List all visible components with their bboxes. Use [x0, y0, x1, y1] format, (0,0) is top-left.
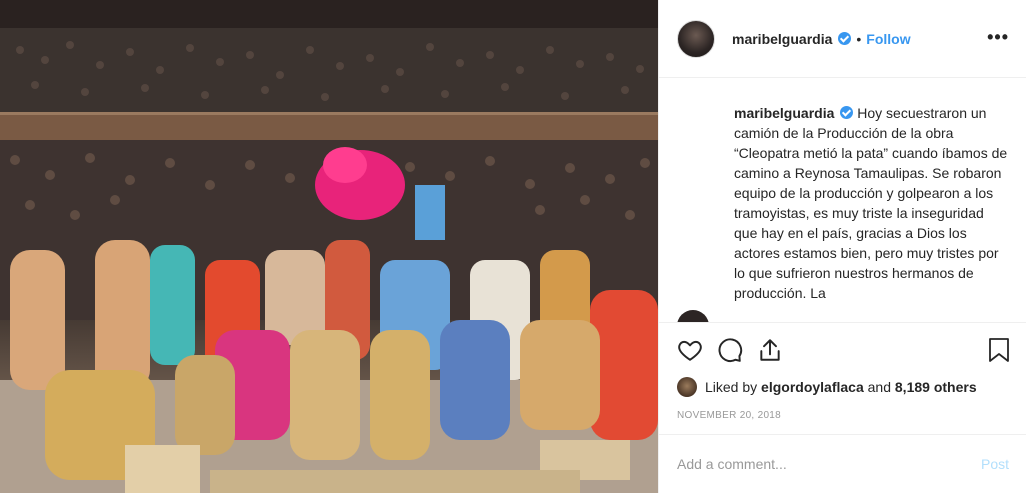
action-icons-group — [677, 337, 783, 363]
post-actions: Liked by elgordoylaflaca and 8,189 other… — [659, 322, 1026, 434]
share-icon[interactable] — [757, 337, 783, 363]
comment-bar: Post — [659, 434, 1026, 493]
bookmark-icon[interactable] — [987, 337, 1011, 363]
verified-icon — [838, 32, 852, 45]
follow-button[interactable]: Follow — [866, 31, 910, 47]
comments-area[interactable]: maribelguardia Hoy secuestraron un camió… — [659, 79, 1026, 322]
heart-icon[interactable] — [677, 337, 703, 363]
post-date[interactable]: NOVEMBER 20, 2018 — [677, 410, 781, 421]
caption-username[interactable]: maribelguardia — [734, 105, 834, 121]
post-comment-button[interactable]: Post — [981, 456, 1009, 472]
commenter-avatar[interactable] — [677, 310, 709, 322]
post-side-panel: maribelguardia • Follow ••• maribelguard… — [658, 0, 1026, 493]
header-separator: • — [856, 30, 862, 47]
likes-prefix: Liked by — [705, 379, 758, 395]
liker-username[interactable]: elgordoylaflaca — [761, 379, 864, 395]
post-caption: maribelguardia Hoy secuestraron un camió… — [734, 103, 1009, 303]
post-photo[interactable] — [0, 0, 658, 493]
comment-input[interactable] — [677, 456, 981, 472]
photo-illustration — [0, 0, 658, 493]
caption-text: Hoy secuestraron un camión de la Producc… — [734, 105, 1008, 301]
verified-icon — [840, 106, 854, 119]
likes-others-link[interactable]: 8,189 others — [895, 379, 977, 395]
author-username[interactable]: maribelguardia — [732, 31, 832, 47]
comment-icon[interactable] — [717, 337, 743, 363]
author-avatar[interactable] — [677, 19, 715, 58]
likes-conjunction: and — [867, 379, 891, 395]
more-options-icon[interactable]: ••• — [987, 28, 1009, 46]
post-header: maribelguardia • Follow ••• — [659, 0, 1026, 78]
liker-avatar[interactable] — [677, 377, 697, 397]
likes-summary: Liked by elgordoylaflaca and 8,189 other… — [677, 377, 977, 397]
